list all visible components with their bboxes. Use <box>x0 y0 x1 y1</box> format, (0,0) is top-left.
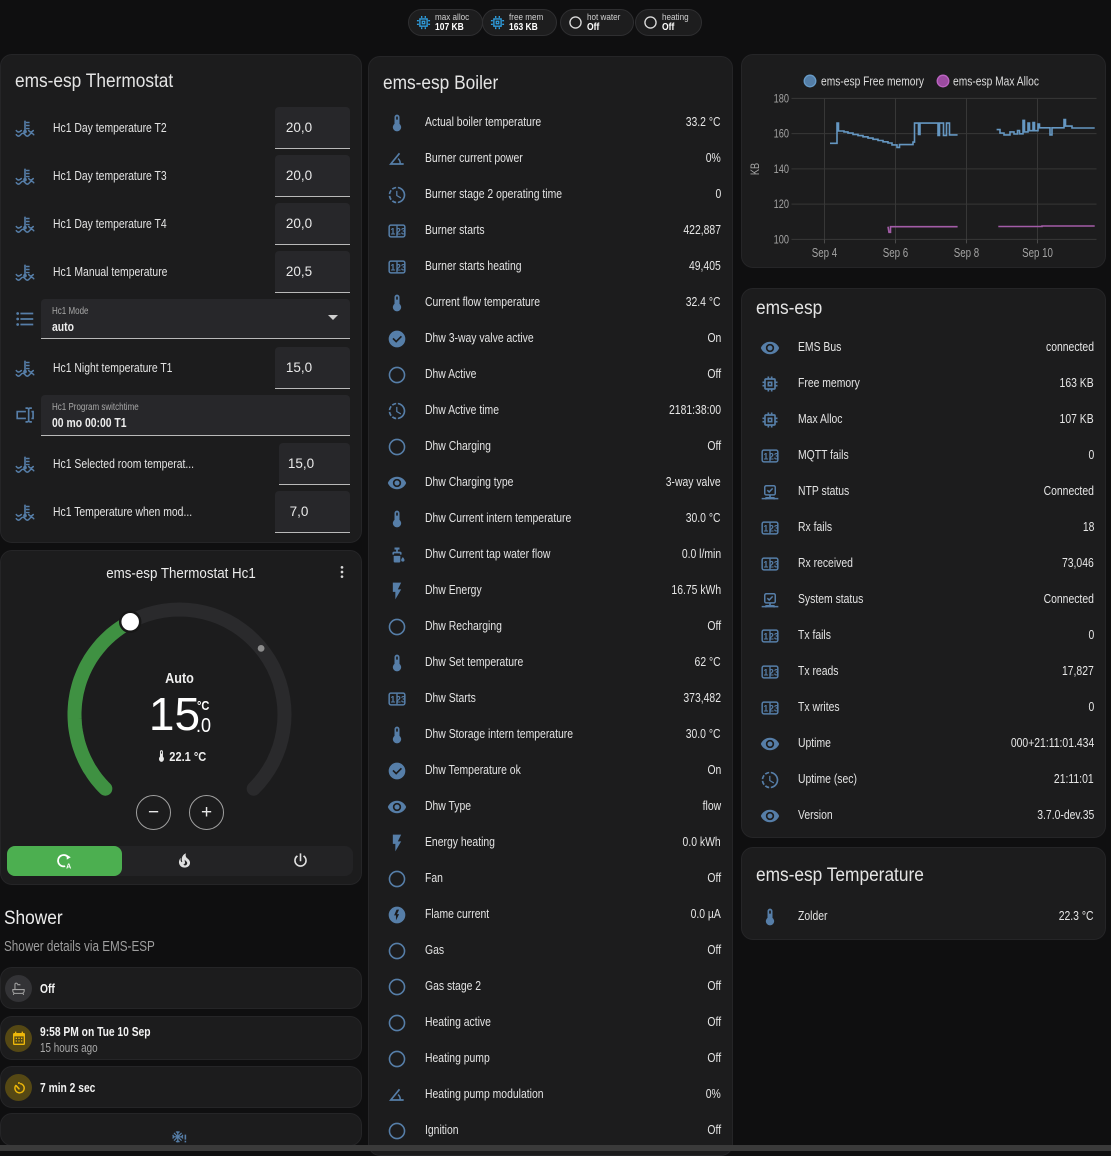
svg-text:ems-esp Max Alloc: ems-esp Max Alloc <box>953 76 1039 89</box>
svg-text:160: 160 <box>774 129 790 141</box>
svg-text:Sep 8: Sep 8 <box>954 247 979 260</box>
svg-text:ems-esp Free memory: ems-esp Free memory <box>821 76 924 89</box>
svg-text:180: 180 <box>774 94 790 106</box>
svg-text:120: 120 <box>774 199 790 211</box>
svg-text:Sep 4: Sep 4 <box>812 247 837 260</box>
svg-text:Sep 6: Sep 6 <box>883 247 908 260</box>
svg-text:KB: KB <box>750 163 762 175</box>
svg-text:100: 100 <box>774 235 790 247</box>
svg-text:140: 140 <box>774 164 790 176</box>
svg-text:Sep 10: Sep 10 <box>1022 247 1053 260</box>
